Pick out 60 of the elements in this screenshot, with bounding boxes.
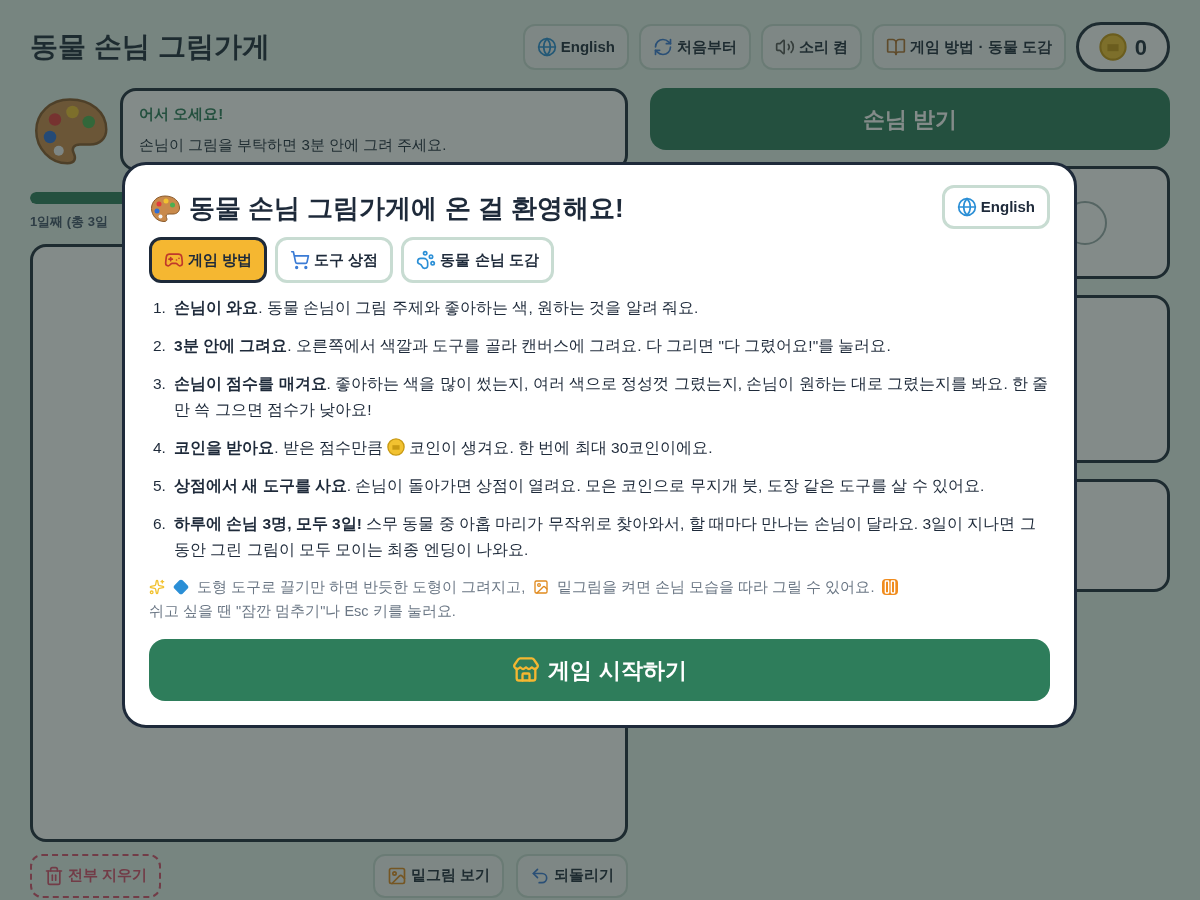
store-icon: [512, 656, 541, 684]
step-number: 5.: [153, 476, 166, 496]
button-label: 처음부터: [676, 36, 737, 57]
day-label: 1일째 (총 3일: [30, 213, 109, 231]
bubble-title: 어서 오세요!: [139, 104, 225, 124]
dialog-tab[interactable]: 도구 상점: [275, 237, 394, 283]
diamond-icon: [173, 579, 189, 595]
step-number: 1.: [153, 298, 166, 318]
header-button[interactable]: 소리 켬: [760, 24, 863, 70]
button-label: 되돌리기: [554, 865, 614, 886]
dialog-tab[interactable]: 동물 손님 도감: [401, 237, 554, 283]
tip-text: 밑그림을 켜면 손님 모습을 따라 그릴 수 있어요.: [557, 578, 875, 597]
step-text: 손님이 와요. 동물 손님이 그림 주제와 좋아하는 색, 원하는 것을 알려 줘요.: [173, 299, 699, 316]
speaker-icon: [774, 37, 795, 57]
dialog-title: 동물 손님 그림가게에 온 걸 환영해요!: [189, 192, 624, 225]
canvas-button[interactable]: 전부 지우기: [30, 853, 162, 898]
button-label: English: [560, 36, 615, 57]
button-label: 전부 지우기: [68, 865, 148, 886]
palette-icon: [149, 192, 181, 225]
coin-icon: [1098, 33, 1127, 61]
bubble-text: 손님이 그림을 부탁하면 3분 안에 그려 주세요.: [139, 134, 448, 155]
step-text: 하루에 손님 3명, 모두 3일! 스무 동물 중 아홉 마리가 무작위로 찾아와서, 할 때마다 만나는 손님이 달라요. 3일이 지나면 그 동안 그린 그림이 모두 모이는 최종 엔딩이 나와요.: [173, 515, 1036, 558]
button-label: 소리 켬: [798, 36, 849, 57]
picture-icon: [533, 579, 550, 595]
undo-icon: [530, 865, 550, 886]
tip-text: 도형 도구로 끌기만 하면 반듯한 도형이 그려지고,: [197, 578, 526, 597]
coin-count: 0: [1134, 33, 1147, 62]
paw-icon: [416, 250, 437, 270]
header-button[interactable]: 게임 방법 · 동물 도감: [872, 24, 1066, 70]
pause-icon: [882, 579, 899, 595]
step-number: 4.: [153, 438, 166, 458]
coin-icon: [387, 438, 406, 456]
serve-button[interactable]: 손님 받기: [650, 88, 1170, 150]
button-label: 게임 방법 · 동물 도감: [910, 36, 1052, 57]
sparkles-icon: [149, 579, 165, 595]
header-button[interactable]: 처음부터: [638, 24, 751, 70]
cart-icon: [290, 250, 311, 270]
dialog-tab[interactable]: 게임 방법: [149, 237, 268, 283]
step-text: 코인이 생겨요. 한 번에 최대 30코인이에요.: [409, 439, 713, 456]
language-button[interactable]: English: [941, 185, 1050, 229]
step-text: 손님이 점수를 매겨요. 좋아하는 색을 많이 썼는지, 여러 색으로 정성껏 그렸는지, 손님이 원하는 대로 그렸는지를 봐요. 한 줄만 쓱 그으면 점수가 낮아요!: [173, 375, 1049, 418]
tip-text: 쉬고 싶을 땐 "잠깐 멈추기"나 Esc 키를 눌러요.: [149, 602, 456, 621]
step-number: 2.: [153, 336, 166, 356]
step-number: 6.: [153, 514, 166, 534]
step-number: 3.: [153, 374, 166, 394]
step-text: 3분 안에 그려요. 오른쪽에서 색깔과 도구를 골라 캔버스에 그려요. 다 그리면 "다 그렸어요!"를 눌러요.: [173, 337, 891, 354]
canvas-button[interactable]: 밑그림 보기: [372, 853, 504, 898]
app-title: 동물 손님 그림가게: [30, 30, 270, 64]
globe-icon: [956, 197, 977, 217]
canvas-button[interactable]: 되돌리기: [516, 853, 628, 898]
book-icon: [886, 37, 907, 57]
step-text: 코인을 받아요. 받은 점수만큼: [173, 439, 384, 456]
step-text: 상점에서 새 도구를 사요. 손님이 돌아가면 상점이 열려요. 모은 코인으로 무지개 붓, 도장 같은 도구를 살 수 있어요.: [173, 477, 985, 494]
globe-icon: [536, 37, 557, 57]
trash-icon: [44, 865, 64, 886]
button-label: 밑그림 보기: [410, 865, 490, 886]
start-game-button[interactable]: 게임 시작하기: [149, 639, 1050, 701]
header-button[interactable]: English: [522, 24, 629, 70]
refresh-icon: [652, 37, 673, 57]
picture-icon: [386, 865, 407, 886]
